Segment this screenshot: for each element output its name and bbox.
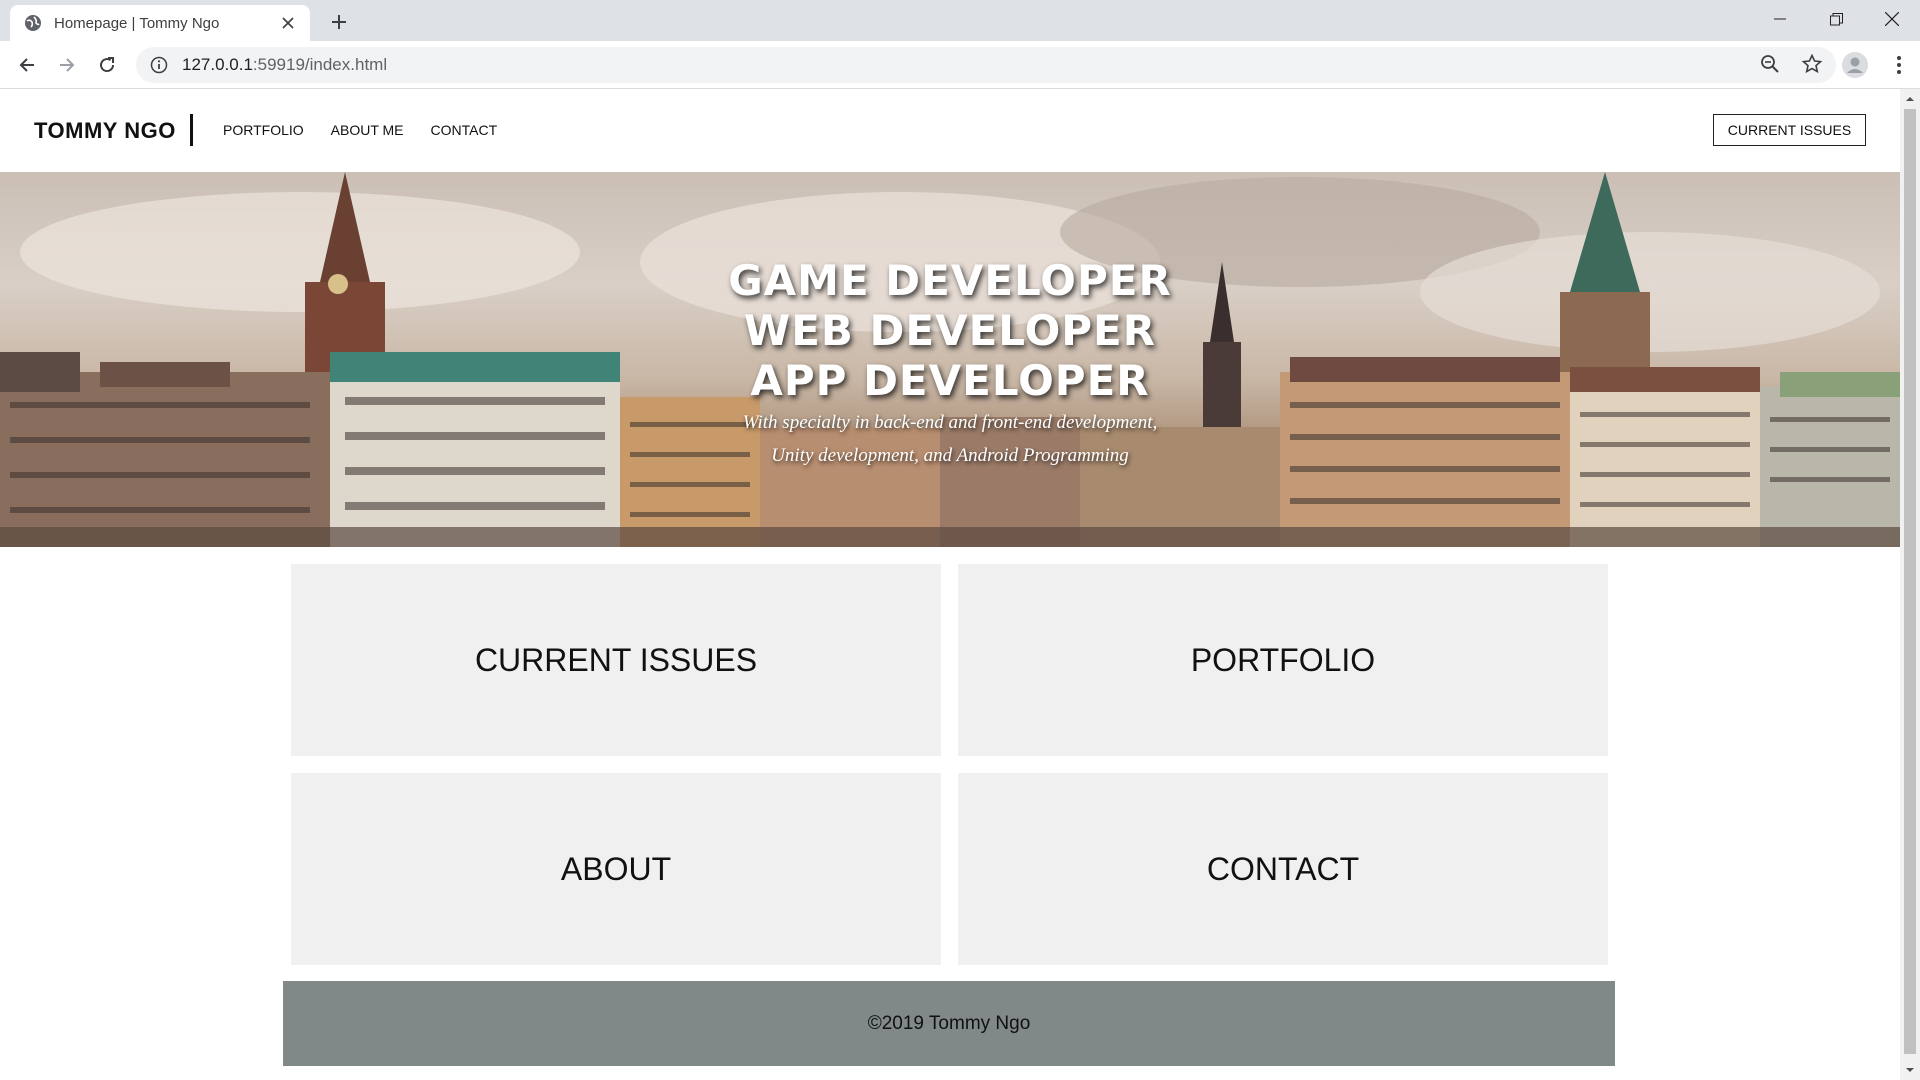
hero-banner: GAME DEVELOPER WEB DEVELOPER APP DEVELOP… (0, 172, 1900, 547)
scrollbar-thumb[interactable] (1904, 109, 1916, 1054)
star-icon[interactable] (1802, 54, 1822, 74)
hero-subtitle-line-2: Unity development, and Android Programmi… (771, 445, 1129, 466)
hero-text: GAME DEVELOPER WEB DEVELOPER APP DEVELOP… (0, 256, 1900, 472)
hero-subtitle-line-1: With specialty in back-end and front-end… (742, 412, 1158, 433)
reload-icon[interactable] (92, 50, 122, 80)
scroll-down-icon[interactable] (1905, 1065, 1915, 1075)
page-viewport: TOMMY NGO PORTFOLIO ABOUT ME CONTACT CUR… (0, 89, 1900, 1080)
hero-headline-app-developer: APP DEVELOPER (750, 356, 1150, 405)
site-nav: PORTFOLIO ABOUT ME CONTACT (223, 122, 497, 138)
back-icon[interactable] (12, 50, 42, 80)
restore-icon[interactable] (1808, 0, 1864, 38)
browser-toolbar: 127.0.0.1:59919/index.html (0, 41, 1920, 89)
forward-icon[interactable] (52, 50, 82, 80)
site-footer: ©2019 Tommy Ngo (283, 981, 1615, 1066)
plus-icon[interactable] (325, 8, 353, 36)
globe-icon (25, 15, 41, 31)
hero-headline-game-developer: GAME DEVELOPER (728, 256, 1172, 305)
tab-title: Homepage | Tommy Ngo (54, 14, 220, 32)
window-controls (1752, 0, 1920, 41)
url-host: 127.0.0.1 (182, 55, 253, 74)
site-header: TOMMY NGO PORTFOLIO ABOUT ME CONTACT CUR… (0, 89, 1900, 172)
current-issues-button[interactable]: CURRENT ISSUES (1713, 114, 1866, 146)
tile-current-issues[interactable]: CURRENT ISSUES (291, 564, 941, 756)
profile-icon[interactable] (1840, 50, 1870, 80)
url-path: :59919/index.html (252, 55, 388, 74)
scroll-up-icon[interactable] (1905, 94, 1915, 104)
site-brand[interactable]: TOMMY NGO (34, 118, 176, 144)
menu-icon[interactable] (1884, 50, 1914, 80)
tile-portfolio[interactable]: PORTFOLIO (958, 564, 1608, 756)
brand-divider (190, 114, 193, 146)
close-icon[interactable] (278, 13, 298, 33)
close-window-icon[interactable] (1864, 0, 1920, 38)
nav-link-about-me[interactable]: ABOUT ME (331, 122, 404, 138)
minimize-icon[interactable] (1752, 0, 1808, 38)
browser-tabbar: Homepage | Tommy Ngo (0, 0, 1920, 41)
address-bar[interactable]: 127.0.0.1:59919/index.html (136, 47, 1836, 83)
hero-headline-web-developer: WEB DEVELOPER (743, 306, 1157, 355)
browser-tab[interactable]: Homepage | Tommy Ngo (10, 5, 310, 41)
info-icon[interactable] (150, 56, 168, 74)
nav-link-contact[interactable]: CONTACT (431, 122, 498, 138)
nav-link-portfolio[interactable]: PORTFOLIO (223, 122, 304, 138)
zoom-icon[interactable] (1760, 54, 1780, 74)
tile-contact[interactable]: CONTACT (958, 773, 1608, 965)
page-scrollbar[interactable] (1900, 89, 1920, 1080)
tile-about[interactable]: ABOUT (291, 773, 941, 965)
